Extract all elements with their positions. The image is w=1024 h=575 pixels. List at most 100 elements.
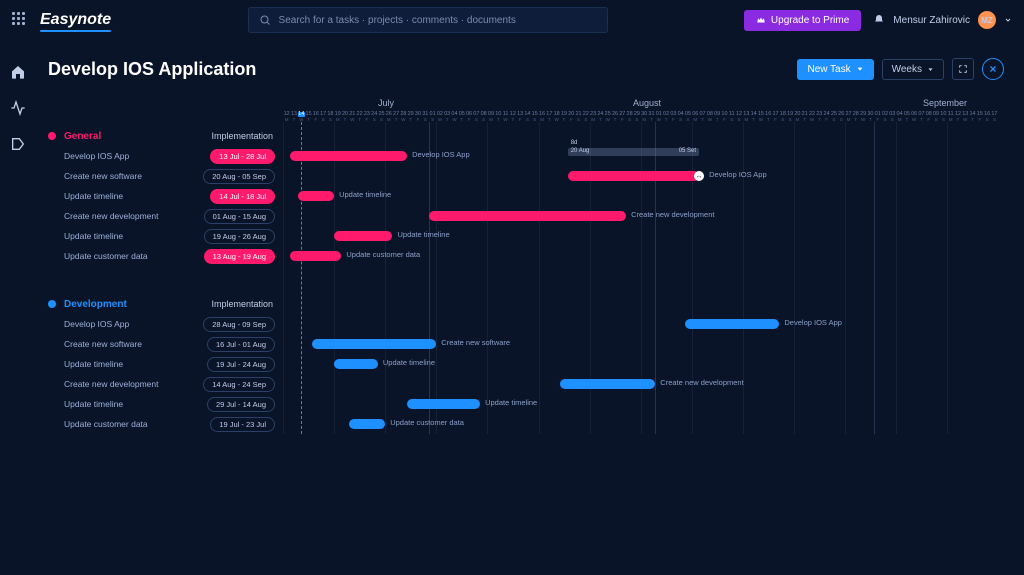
apps-grid-icon[interactable] bbox=[12, 12, 28, 28]
date-range-pill[interactable]: 19 Jul - 24 Aug bbox=[207, 357, 275, 372]
day-tick: 09S bbox=[932, 112, 939, 122]
day-tick: 29W bbox=[859, 112, 866, 122]
day-tick: 14W bbox=[298, 112, 305, 122]
day-tick: 07S bbox=[473, 112, 480, 122]
gantt-bar[interactable] bbox=[290, 151, 407, 161]
date-range-pill[interactable]: 14 Aug - 24 Sep bbox=[203, 377, 275, 392]
date-range-pill[interactable]: 14 Jul - 18 Jul bbox=[210, 189, 275, 204]
day-tick: 17T bbox=[546, 112, 553, 122]
date-range-pill[interactable]: 20 Aug - 05 Sep bbox=[203, 169, 275, 184]
close-button[interactable] bbox=[982, 58, 1004, 80]
task-row[interactable]: Create new development01 Aug - 15 Aug bbox=[48, 206, 283, 226]
day-tick: 23F bbox=[363, 112, 370, 122]
task-row[interactable]: Update timeline14 Jul - 18 Jul bbox=[48, 186, 283, 206]
task-name: Create new software bbox=[64, 171, 142, 181]
gantt-bar[interactable] bbox=[334, 359, 378, 369]
day-tick: 05S bbox=[684, 112, 691, 122]
day-tick: 02S bbox=[881, 112, 888, 122]
fullscreen-button[interactable] bbox=[952, 58, 974, 80]
upgrade-button[interactable]: Upgrade to Prime bbox=[744, 10, 861, 31]
avatar[interactable]: MZ bbox=[978, 11, 996, 29]
day-tick: 04W bbox=[451, 112, 458, 122]
gantt-bar-label: Update timeline bbox=[383, 358, 435, 367]
gantt-bar[interactable] bbox=[298, 191, 335, 201]
day-tick: 15F bbox=[976, 112, 983, 122]
task-row[interactable]: Develop IOS App28 Aug - 09 Sep bbox=[48, 314, 283, 334]
day-tick: 08F bbox=[925, 112, 932, 122]
day-tick: 21S bbox=[575, 112, 582, 122]
new-task-button[interactable]: New Task bbox=[797, 59, 873, 80]
day-tick: 26M bbox=[385, 112, 392, 122]
activity-icon[interactable] bbox=[10, 100, 26, 116]
gantt-bar-label: Develop IOS App bbox=[709, 170, 767, 179]
gantt-bar[interactable] bbox=[685, 319, 780, 329]
day-tick: 30F bbox=[414, 112, 421, 122]
date-range-pill[interactable]: 29 Jul - 14 Aug bbox=[207, 397, 275, 412]
task-row[interactable]: Create new development14 Aug - 24 Sep bbox=[48, 374, 283, 394]
day-tick: 17S bbox=[319, 112, 326, 122]
gantt-bar[interactable] bbox=[560, 379, 655, 389]
task-row[interactable]: Update customer data 13 Aug - 19 Aug bbox=[48, 246, 283, 266]
gantt-bar[interactable] bbox=[429, 211, 626, 221]
date-range-pill[interactable]: 13 Jul - 28 Jul bbox=[210, 149, 275, 164]
gantt-bar[interactable] bbox=[407, 399, 480, 409]
gantt-bar[interactable] bbox=[568, 171, 699, 181]
date-range-pill[interactable]: 19 Jul - 23 Jul bbox=[210, 417, 275, 432]
day-tick: 01S bbox=[429, 112, 436, 122]
date-range-pill[interactable]: 28 Aug - 09 Sep bbox=[203, 317, 275, 332]
gantt-bar-label: Create new software bbox=[441, 338, 510, 347]
task-row[interactable]: Create new software 20 Aug - 05 Sep bbox=[48, 166, 283, 186]
day-tick: 24F bbox=[823, 112, 830, 122]
day-tick: 06M bbox=[692, 112, 699, 122]
day-tick: 03S bbox=[889, 112, 896, 122]
home-icon[interactable] bbox=[10, 64, 26, 80]
day-tick: 24S bbox=[371, 112, 378, 122]
group-name[interactable]: Development bbox=[64, 299, 127, 310]
task-row[interactable]: Update timeline19 Jul - 24 Aug bbox=[48, 354, 283, 374]
gantt-bar[interactable] bbox=[334, 231, 392, 241]
task-row[interactable]: Update timeline19 Aug - 26 Aug bbox=[48, 226, 283, 246]
group-name[interactable]: General bbox=[64, 131, 101, 142]
gantt-bar-label: Create new development bbox=[631, 210, 714, 219]
chevron-down-icon[interactable] bbox=[1004, 16, 1012, 24]
gantt-bar-label: Develop IOS App bbox=[784, 318, 842, 327]
day-tick: 25W bbox=[604, 112, 611, 122]
task-row[interactable]: Create new software16 Jul - 01 Aug bbox=[48, 334, 283, 354]
search-input[interactable]: Search for a tasks · projects · comments… bbox=[248, 7, 608, 33]
day-tick: 11W bbox=[502, 112, 509, 122]
task-row[interactable]: Update timeline29 Jul - 14 Aug bbox=[48, 394, 283, 414]
day-tick: 10T bbox=[495, 112, 502, 122]
day-tick: 28T bbox=[852, 112, 859, 122]
task-row[interactable]: Develop IOS App13 Jul - 28 Jul bbox=[48, 146, 283, 166]
upgrade-label: Upgrade to Prime bbox=[771, 15, 849, 26]
task-row[interactable]: Update customer data19 Jul - 23 Jul bbox=[48, 414, 283, 434]
day-tick: 28S bbox=[626, 112, 633, 122]
implementation-header: Implementation bbox=[211, 131, 283, 141]
gantt-bar[interactable] bbox=[349, 419, 386, 429]
date-range-pill[interactable]: 01 Aug - 15 Aug bbox=[204, 209, 275, 224]
day-tick: 16T bbox=[765, 112, 772, 122]
bell-icon[interactable] bbox=[873, 14, 885, 26]
gantt-ghost-bar[interactable]: 8d20 Aug05 Set bbox=[568, 148, 699, 156]
gantt-bar[interactable] bbox=[312, 339, 436, 349]
user-name: Mensur Zahirovic bbox=[893, 15, 970, 26]
search-placeholder: Search for a tasks · projects · comments… bbox=[279, 15, 516, 26]
timescale-select[interactable]: Weeks bbox=[882, 59, 944, 80]
brand-logo[interactable]: Easynote bbox=[40, 11, 111, 29]
day-tick: 08W bbox=[706, 112, 713, 122]
task-name: Update customer data bbox=[64, 251, 148, 261]
date-range-pill[interactable]: 13 Aug - 19 Aug bbox=[204, 249, 275, 264]
gantt-bar-label: Develop IOS App bbox=[412, 150, 470, 159]
day-tick: 29T bbox=[407, 112, 414, 122]
gantt-bar[interactable] bbox=[290, 251, 341, 261]
day-tick: 14T bbox=[750, 112, 757, 122]
play-tag-icon[interactable] bbox=[10, 136, 26, 152]
page-title: Develop IOS Application bbox=[48, 59, 256, 80]
day-tick: 22S bbox=[582, 112, 589, 122]
resize-handle[interactable]: ↔ bbox=[694, 171, 704, 181]
date-range-pill[interactable]: 16 Jul - 01 Aug bbox=[207, 337, 275, 352]
day-tick: 31T bbox=[648, 112, 655, 122]
day-tick: 24T bbox=[597, 112, 604, 122]
date-range-pill[interactable]: 19 Aug - 26 Aug bbox=[204, 229, 275, 244]
day-tick: 12S bbox=[735, 112, 742, 122]
